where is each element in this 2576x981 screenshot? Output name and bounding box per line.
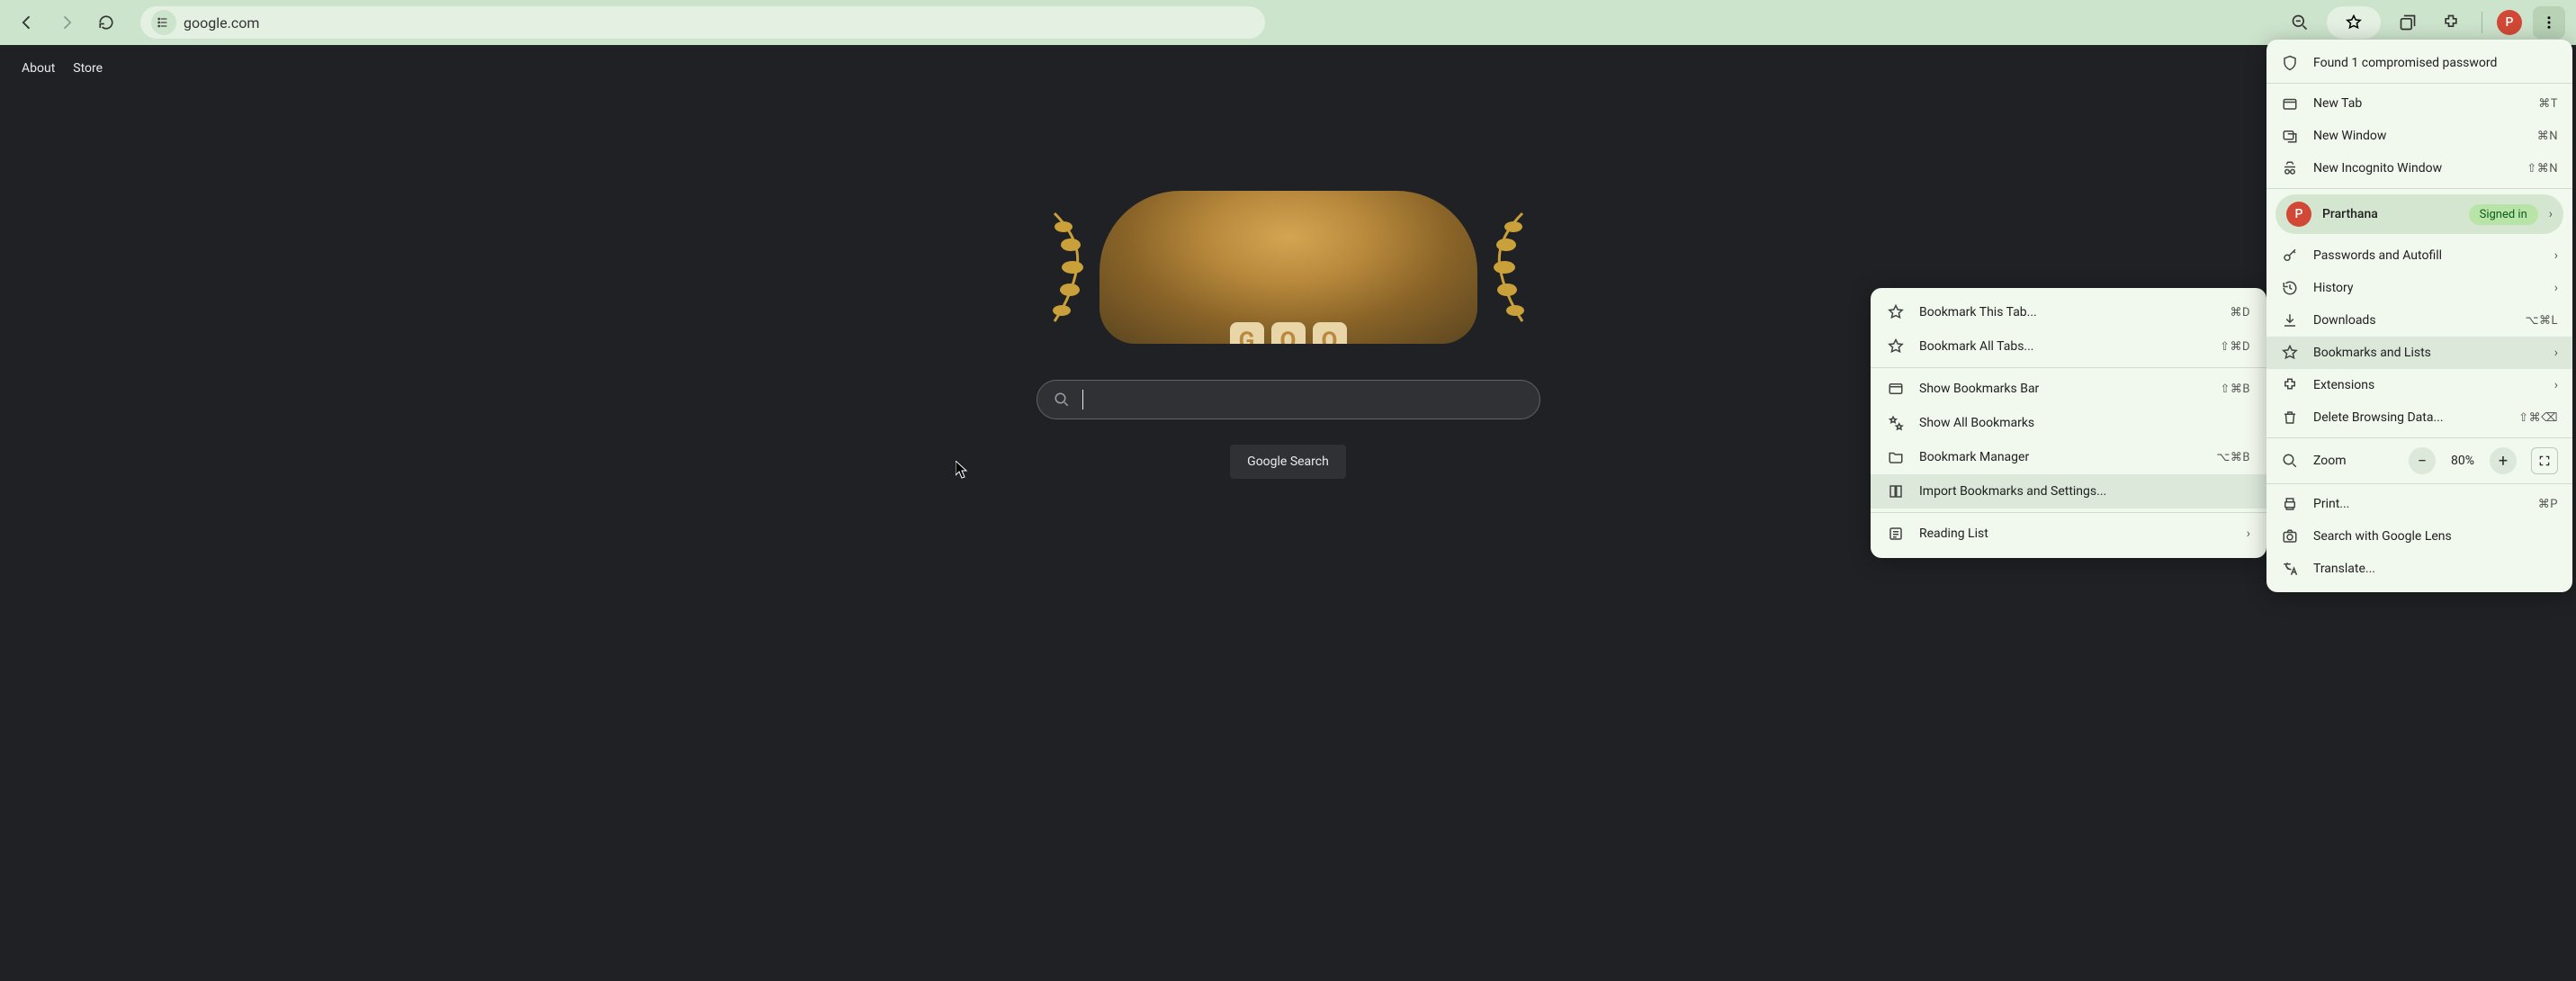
about-link[interactable]: About [22,61,55,76]
window-icon [2281,127,2299,145]
zoom-out-icon[interactable] [2284,6,2316,39]
zoom-out-button[interactable]: − [2409,447,2436,474]
chevron-right-icon: › [2554,378,2558,392]
passwords-item[interactable]: Passwords and Autofill › [2266,239,2572,272]
bookmark-this-tab-item[interactable]: Bookmark This Tab... ⌘D [1871,295,2266,329]
show-bookmarks-bar-item[interactable]: Show Bookmarks Bar ⇧⌘B [1871,372,2266,406]
search-box[interactable] [1037,380,1540,419]
menu-divider [2266,83,2572,84]
forward-button[interactable] [50,6,83,39]
lens-icon [2281,527,2299,545]
translate-item[interactable]: Translate... [2266,553,2572,585]
submenu-divider [1871,512,2266,513]
address-bar[interactable]: google.com [140,6,1265,39]
chevron-right-icon: › [2554,248,2558,263]
incognito-icon [2281,159,2299,177]
chrome-menu: Found 1 compromised password New Tab ⌘T … [2266,40,2572,592]
new-incognito-item[interactable]: New Incognito Window ⇧⌘N [2266,152,2572,184]
submenu-divider [1871,367,2266,368]
signed-in-badge: Signed in [2469,204,2538,225]
back-button[interactable] [11,6,43,39]
delete-data-item[interactable]: Delete Browsing Data... ⇧⌘⌫ [2266,401,2572,434]
google-lens-item[interactable]: Search with Google Lens [2266,520,2572,553]
chevron-right-icon: › [2554,281,2558,295]
store-link[interactable]: Store [73,61,103,76]
zoom-in-button[interactable]: + [2490,447,2517,474]
star-icon [1887,303,1905,321]
profile-avatar[interactable]: P [2497,10,2522,35]
fullscreen-button[interactable] [2531,447,2558,474]
profile-avatar-icon: P [2286,202,2311,227]
zoom-row: Zoom − 80% + [2266,442,2572,480]
toolbar-right: P [2284,6,2565,39]
chevron-right-icon: › [2247,526,2250,541]
menu-divider [2266,483,2572,484]
bar-icon [1887,380,1905,398]
tabs-overview-icon[interactable] [2392,6,2424,39]
tab-icon [2281,94,2299,112]
import-bookmarks-item[interactable]: Import Bookmarks and Settings... [1871,474,2266,508]
bookmark-all-tabs-item[interactable]: Bookmark All Tabs... ⇧⌘D [1871,329,2266,364]
search-cursor [1082,390,1083,410]
reload-button[interactable] [90,6,122,39]
key-icon [2281,247,2299,265]
doodle-letter: G [1230,322,1264,344]
google-search-button[interactable]: Google Search [1230,445,1346,479]
puzzle-icon [2281,376,2299,394]
laurel-icon [1046,204,1100,330]
search-buttons: Google Search [1230,445,1346,479]
browser-toolbar: google.com P [0,0,2576,45]
star-icon [2281,344,2299,362]
url-text: google.com [184,14,259,32]
bookmark-star-button[interactable] [2327,6,2381,39]
chrome-menu-button[interactable] [2533,6,2565,39]
bookmark-manager-item[interactable]: Bookmark Manager ⌥⌘B [1871,440,2266,474]
history-item[interactable]: History › [2266,272,2572,304]
list-icon [1887,525,1905,543]
laurel-icon [1477,204,1531,330]
zoom-icon [2281,452,2299,470]
chevron-right-icon: › [2549,207,2553,221]
doodle-letter: O [1271,322,1306,344]
password-alert-item[interactable]: Found 1 compromised password [2266,47,2572,79]
doodle-letter: O [1313,322,1347,344]
search-icon [1054,392,1070,408]
print-icon [2281,495,2299,513]
chevron-right-icon: › [2554,346,2558,360]
download-icon [2281,311,2299,329]
search-input[interactable] [1096,392,1523,409]
new-window-item[interactable]: New Window ⌘N [2266,120,2572,152]
reading-list-item[interactable]: Reading List › [1871,517,2266,551]
translate-icon [2281,560,2299,578]
menu-divider [2266,437,2572,438]
bookmarks-submenu: Bookmark This Tab... ⌘D Bookmark All Tab… [1871,288,2266,558]
menu-divider [2266,188,2572,189]
trash-icon [2281,409,2299,427]
print-item[interactable]: Print... ⌘P [2266,488,2572,520]
profile-item[interactable]: P Prarthana Signed in › [2275,194,2563,234]
extensions-icon[interactable] [2435,6,2467,39]
bookmarks-lists-item[interactable]: Bookmarks and Lists › [2266,337,2572,369]
star-multi-icon [1887,338,1905,356]
shield-icon [2281,54,2299,72]
book-icon [1887,482,1905,500]
zoom-value: 80% [2445,454,2481,468]
cursor-icon [956,461,970,479]
stars-icon [1887,414,1905,432]
downloads-item[interactable]: Downloads ⌥⌘L [2266,304,2572,337]
folder-icon [1887,448,1905,466]
extensions-item[interactable]: Extensions › [2266,369,2572,401]
show-all-bookmarks-item[interactable]: Show All Bookmarks [1871,406,2266,440]
site-info-icon[interactable] [151,10,176,35]
new-tab-item[interactable]: New Tab ⌘T [2266,87,2572,120]
page-top-links: About Store [0,45,2576,92]
google-doodle[interactable]: G O O [1100,191,1477,344]
history-icon [2281,279,2299,297]
